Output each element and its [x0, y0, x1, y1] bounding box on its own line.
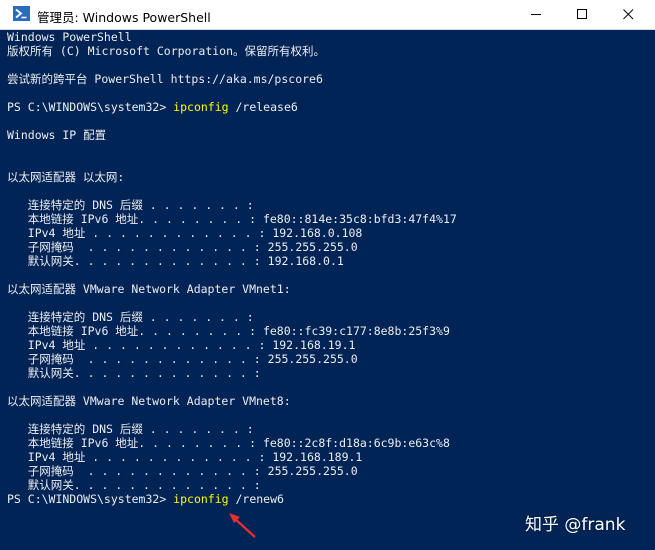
row-value: 192.168.0.108	[272, 226, 363, 240]
adapter-row: 本地链接 IPv6 地址. . . . . . . . : fe80::814e…	[7, 212, 655, 226]
adapter-header: 以太网适配器 VMware Network Adapter VMnet1:	[7, 282, 291, 296]
row-value: fe80::fc39:c177:8e8b:25f3%9	[262, 324, 450, 338]
minimize-icon	[531, 14, 541, 15]
command-name: ipconfig	[173, 492, 229, 506]
adapter-row: 本地链接 IPv6 地址. . . . . . . . : fe80::fc39…	[7, 324, 655, 338]
title-bar[interactable]: 管理员: Windows PowerShell	[0, 0, 655, 30]
adapter-row: 连接特定的 DNS 后缀 . . . . . . . :	[7, 422, 655, 436]
adapter-row: 本地链接 IPv6 地址. . . . . . . . : fe80::2c8f…	[7, 436, 655, 450]
adapter-header: 以太网适配器 以太网:	[7, 170, 125, 184]
row-label: 子网掩码 . . . . . . . . . . . . :	[7, 464, 268, 478]
maximize-icon	[577, 9, 587, 19]
close-button[interactable]	[605, 0, 651, 29]
command-name: ipconfig	[173, 100, 229, 114]
row-value: fe80::2c8f:d18a:6c9b:e63c%8	[262, 436, 450, 450]
command-args: /release6	[228, 100, 298, 114]
console-output[interactable]: Windows PowerShell 版权所有 (C) Microsoft Co…	[0, 30, 655, 550]
row-label: 连接特定的 DNS 后缀 . . . . . . . :	[7, 198, 261, 212]
console-copyright-line: 版权所有 (C) Microsoft Corporation。保留所有权利。	[7, 44, 326, 58]
row-label: 默认网关. . . . . . . . . . . . . :	[7, 254, 268, 268]
row-label: 子网掩码 . . . . . . . . . . . . :	[7, 352, 268, 366]
row-label: IPv4 地址 . . . . . . . . . . . . :	[7, 338, 273, 352]
command-line-release6: PS C:\WINDOWS\system32> ipconfig /releas…	[7, 100, 655, 114]
red-arrow-icon	[229, 513, 256, 538]
adapter-row: 子网掩码 . . . . . . . . . . . . : 255.255.2…	[7, 240, 655, 254]
minimize-button[interactable]	[513, 0, 559, 29]
adapter-row: 默认网关. . . . . . . . . . . . . :	[7, 478, 655, 492]
row-value: 255.255.255.0	[267, 464, 358, 478]
adapter-row: IPv4 地址 . . . . . . . . . . . . : 192.16…	[7, 338, 655, 352]
row-value: 255.255.255.0	[267, 240, 358, 254]
row-label: IPv4 地址 . . . . . . . . . . . . :	[7, 450, 273, 464]
maximize-button[interactable]	[559, 0, 605, 29]
row-value: 255.255.255.0	[267, 352, 358, 366]
row-label: 本地链接 IPv6 地址. . . . . . . . :	[7, 436, 263, 450]
row-label: 默认网关. . . . . . . . . . . . . :	[7, 366, 268, 380]
row-value: 192.168.189.1	[272, 450, 363, 464]
close-icon	[623, 9, 634, 20]
row-label: 连接特定的 DNS 后缀 . . . . . . . :	[7, 310, 261, 324]
powershell-icon	[13, 6, 30, 21]
row-value: 192.168.19.1	[272, 338, 356, 352]
row-value: 192.168.0.1	[267, 254, 344, 268]
ip-config-title: Windows IP 配置	[7, 128, 107, 142]
adapter-row: 子网掩码 . . . . . . . . . . . . : 255.255.2…	[7, 352, 655, 366]
console-pscore-line: 尝试新的跨平台 PowerShell https://aka.ms/pscore…	[7, 72, 323, 86]
watermark: 知乎 @frank	[525, 515, 626, 535]
adapter-header: 以太网适配器 VMware Network Adapter VMnet8:	[7, 394, 291, 408]
powershell-window: 管理员: Windows PowerShell Windows PowerShe…	[0, 0, 655, 550]
console-header-line: Windows PowerShell	[7, 30, 132, 44]
row-label: 子网掩码 . . . . . . . . . . . . :	[7, 240, 268, 254]
adapter-row: 默认网关. . . . . . . . . . . . . :	[7, 366, 655, 380]
adapter-row: 子网掩码 . . . . . . . . . . . . : 255.255.2…	[7, 464, 655, 478]
command-line-renew6[interactable]: PS C:\WINDOWS\system32> ipconfig /renew6	[7, 492, 655, 506]
adapter-row: IPv4 地址 . . . . . . . . . . . . : 192.16…	[7, 450, 655, 464]
adapter-row: 默认网关. . . . . . . . . . . . . : 192.168.…	[7, 254, 655, 268]
row-label: 本地链接 IPv6 地址. . . . . . . . :	[7, 324, 263, 338]
row-label: IPv4 地址 . . . . . . . . . . . . :	[7, 226, 273, 240]
row-value: fe80::814e:35c8:bfd3:47f4%17	[262, 212, 457, 226]
window-title: 管理员: Windows PowerShell	[37, 10, 211, 25]
row-label: 连接特定的 DNS 后缀 . . . . . . . :	[7, 422, 261, 436]
adapter-row: IPv4 地址 . . . . . . . . . . . . : 192.16…	[7, 226, 655, 240]
row-label: 默认网关. . . . . . . . . . . . . :	[7, 478, 268, 492]
row-label: 本地链接 IPv6 地址. . . . . . . . :	[7, 212, 263, 226]
adapter-row: 连接特定的 DNS 后缀 . . . . . . . :	[7, 198, 655, 212]
adapter-row: 连接特定的 DNS 后缀 . . . . . . . :	[7, 310, 655, 324]
prompt: PS C:\WINDOWS\system32>	[7, 492, 174, 506]
command-args: /renew6	[228, 492, 284, 506]
prompt: PS C:\WINDOWS\system32>	[7, 100, 174, 114]
